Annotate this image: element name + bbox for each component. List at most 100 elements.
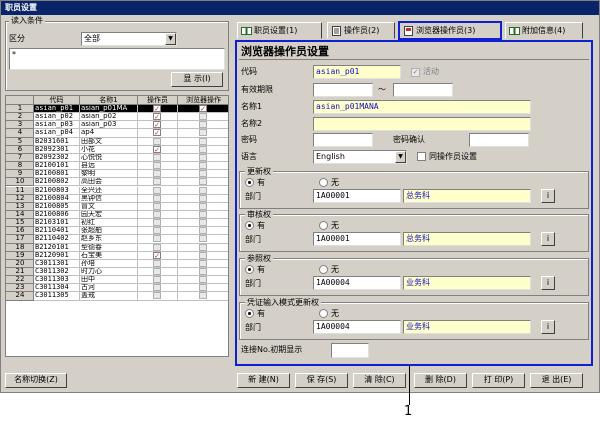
table-row[interactable]: 9 B2100801 黎明 bbox=[6, 170, 228, 179]
browser-operator-checkbox[interactable] bbox=[199, 259, 207, 267]
tab-operator[interactable]: 操作员(2) bbox=[327, 22, 395, 39]
browser-operator-checkbox[interactable] bbox=[199, 227, 207, 235]
operator-checkbox[interactable]: ✓ bbox=[153, 251, 161, 259]
permission-no-radio[interactable] bbox=[319, 309, 328, 318]
table-row[interactable]: 4 asian_p04 ap4 ✓ bbox=[6, 129, 228, 138]
clear-button[interactable]: 清 除(C) bbox=[353, 373, 406, 388]
department-name-field[interactable]: 业务科 bbox=[403, 276, 531, 290]
exit-button[interactable]: 退 出(E) bbox=[530, 373, 583, 388]
operator-checkbox[interactable] bbox=[153, 292, 161, 300]
browser-operator-checkbox[interactable] bbox=[199, 268, 207, 275]
table-row[interactable]: 3 asian_p03 asian_p03 ✓ bbox=[6, 121, 228, 130]
browser-operator-checkbox[interactable] bbox=[199, 202, 207, 210]
save-button[interactable]: 保 存(S) bbox=[295, 373, 348, 388]
permission-yes-radio[interactable] bbox=[245, 221, 254, 230]
department-picker-button[interactable]: i bbox=[541, 232, 555, 246]
permission-no-radio[interactable] bbox=[319, 265, 328, 274]
table-row[interactable]: 18 B2120101 型德春 bbox=[6, 243, 228, 252]
display-button[interactable]: 显 示(I) bbox=[171, 72, 223, 87]
tab-browser-operator[interactable]: 浏览器操作员(3) bbox=[398, 21, 502, 40]
browser-operator-checkbox[interactable] bbox=[199, 276, 207, 284]
table-row[interactable]: 14 B2100806 园天宏 bbox=[6, 210, 228, 220]
operator-checkbox[interactable]: ✓ bbox=[153, 113, 161, 120]
password-confirm-field[interactable] bbox=[469, 133, 529, 147]
department-picker-button[interactable]: i bbox=[541, 276, 555, 290]
code-field[interactable]: asian_p01 bbox=[313, 65, 401, 79]
browser-operator-checkbox[interactable] bbox=[199, 210, 207, 218]
browser-operator-checkbox[interactable] bbox=[199, 292, 207, 300]
table-row[interactable]: 7 B2092302 心悦悦 bbox=[6, 153, 228, 163]
browser-operator-checkbox[interactable] bbox=[199, 162, 207, 170]
department-code-field[interactable]: 1A00001 bbox=[313, 189, 401, 203]
table-row[interactable]: 15 B2103101 初红 bbox=[6, 219, 228, 228]
table-row[interactable]: 12 B2100804 黑钟信 bbox=[6, 194, 228, 203]
operator-checkbox[interactable] bbox=[153, 227, 161, 235]
language-select[interactable]: English bbox=[313, 150, 407, 164]
category-dropdown-icon[interactable]: ▼ bbox=[165, 33, 176, 45]
operator-checkbox[interactable] bbox=[153, 137, 161, 145]
table-row[interactable]: 22 C3011303 田中 bbox=[6, 276, 228, 285]
delete-button[interactable]: 删 除(D) bbox=[414, 373, 467, 388]
operator-checkbox[interactable] bbox=[153, 186, 161, 194]
browser-operator-checkbox[interactable] bbox=[199, 145, 207, 153]
operator-checkbox[interactable] bbox=[153, 268, 161, 275]
permission-yes-radio[interactable] bbox=[245, 309, 254, 318]
operator-checkbox[interactable] bbox=[153, 170, 161, 178]
search-input[interactable]: * bbox=[9, 48, 225, 70]
operator-checkbox[interactable] bbox=[153, 284, 161, 292]
same-as-operator-checkbox[interactable] bbox=[417, 152, 426, 161]
employee-table[interactable]: 代码 名称1 操作员 浏览器操作 1 asian_p01 asian_p01MA ✓ ✓… bbox=[5, 95, 229, 357]
table-row[interactable]: 10 B2100802 高田会 bbox=[6, 178, 228, 187]
password-field[interactable] bbox=[313, 133, 373, 147]
operator-checkbox[interactable] bbox=[153, 162, 161, 170]
table-row[interactable]: 13 B2100805 冒文 bbox=[6, 202, 228, 211]
active-checkbox[interactable]: ✓ bbox=[411, 68, 420, 77]
table-row[interactable]: 23 C3011304 古河 bbox=[6, 284, 228, 293]
table-header-cell[interactable]: 代码 bbox=[34, 96, 80, 105]
browser-operator-checkbox[interactable] bbox=[199, 219, 207, 227]
department-picker-button[interactable]: i bbox=[541, 320, 555, 334]
table-row[interactable]: 24 C3011305 盖戒 bbox=[6, 292, 228, 301]
browser-operator-checkbox[interactable] bbox=[199, 153, 207, 161]
table-row[interactable]: 6 B2092301 小花 ✓ bbox=[6, 145, 228, 154]
browser-operator-checkbox[interactable] bbox=[199, 251, 207, 259]
department-code-field[interactable]: 1A00004 bbox=[313, 320, 401, 334]
table-row[interactable]: 8 B2100101 县远 bbox=[6, 162, 228, 171]
table-row[interactable]: 16 B2110401 张超舶 bbox=[6, 227, 228, 236]
table-row[interactable]: 19 B2120901 石宝美 ✓ bbox=[6, 251, 228, 260]
department-code-field[interactable]: 1A00001 bbox=[313, 232, 401, 246]
operator-checkbox[interactable] bbox=[153, 153, 161, 161]
table-header-cell[interactable]: 操作员 bbox=[138, 96, 178, 105]
browser-operator-checkbox[interactable] bbox=[199, 235, 207, 243]
table-row[interactable]: 5 B2031601 田部文 bbox=[6, 137, 228, 146]
operator-checkbox[interactable]: ✓ bbox=[153, 121, 161, 128]
table-row[interactable]: 20 C3011301 孙培 bbox=[6, 259, 228, 268]
operator-checkbox[interactable] bbox=[153, 194, 161, 202]
browser-operator-checkbox[interactable] bbox=[199, 170, 207, 178]
tab-employee-settings[interactable]: 职员设置(1) bbox=[237, 22, 322, 39]
operator-checkbox[interactable] bbox=[153, 243, 161, 251]
department-picker-button[interactable]: i bbox=[541, 189, 555, 203]
browser-operator-checkbox[interactable] bbox=[199, 129, 207, 137]
browser-operator-checkbox[interactable] bbox=[199, 186, 207, 194]
table-header-cell[interactable]: 名称1 bbox=[80, 96, 138, 105]
permission-yes-radio[interactable] bbox=[245, 178, 254, 187]
tab-additional-info[interactable]: 附加信息(4) bbox=[505, 22, 583, 39]
language-dropdown-icon[interactable]: ▼ bbox=[395, 151, 406, 163]
table-row[interactable]: 17 B2110402 赵乡东 bbox=[6, 235, 228, 244]
operator-checkbox[interactable]: ✓ bbox=[153, 145, 161, 153]
browser-operator-checkbox[interactable] bbox=[199, 113, 207, 121]
operator-checkbox[interactable] bbox=[153, 259, 161, 267]
name1-field[interactable]: asian_p01MANA bbox=[313, 100, 531, 114]
operator-checkbox[interactable] bbox=[153, 202, 161, 210]
browser-operator-checkbox[interactable] bbox=[199, 194, 207, 202]
operator-checkbox[interactable] bbox=[153, 219, 161, 227]
period-end-field[interactable] bbox=[393, 83, 453, 97]
table-row[interactable]: 11 B2100803 全兴还 bbox=[6, 186, 228, 195]
browser-operator-checkbox[interactable] bbox=[199, 284, 207, 292]
period-start-field[interactable] bbox=[313, 83, 373, 97]
department-code-field[interactable]: 1A00004 bbox=[313, 276, 401, 290]
department-name-field[interactable]: 总务科 bbox=[403, 232, 531, 246]
browser-operator-checkbox[interactable] bbox=[199, 178, 207, 186]
department-name-field[interactable]: 总务科 bbox=[403, 189, 531, 203]
